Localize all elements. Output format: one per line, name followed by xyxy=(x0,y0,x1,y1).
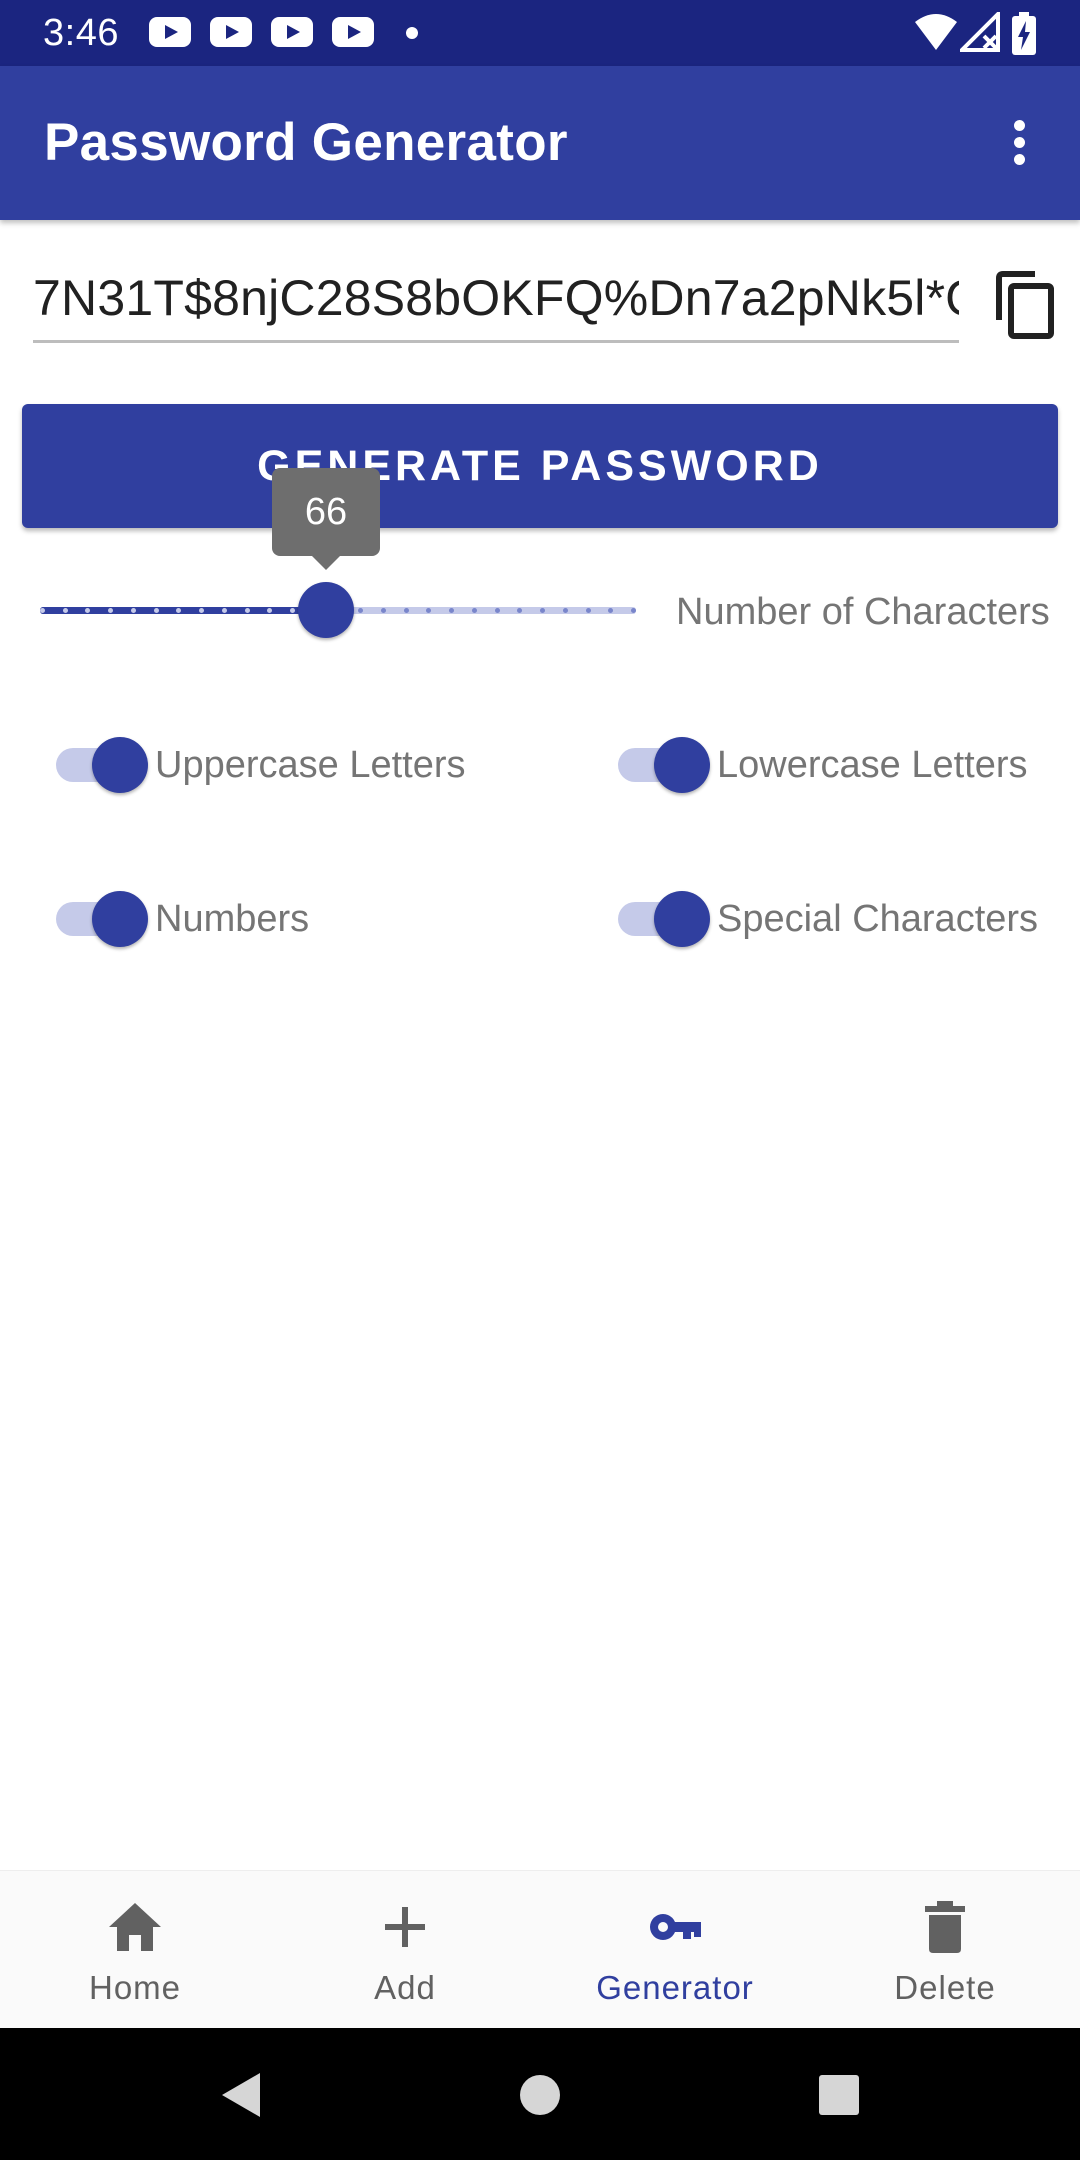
toggle-label: Special Characters xyxy=(717,898,1039,940)
password-field[interactable]: 7N31T$8njC28S8bOKFQ%Dn7a2pNk5l*ODk xyxy=(33,265,959,343)
slider-tick xyxy=(608,608,613,613)
slider-tick xyxy=(540,608,545,613)
nav-label: Home xyxy=(88,1969,182,2006)
slider-thumb[interactable] xyxy=(298,582,354,638)
slider-tick xyxy=(85,608,90,613)
slider-tick xyxy=(108,608,113,613)
slider-tick xyxy=(381,608,386,613)
toggle-special[interactable]: Special Characters xyxy=(618,884,1068,954)
special-switch[interactable] xyxy=(618,884,710,954)
system-navigation-bar xyxy=(0,2028,1080,2160)
slider-tick xyxy=(404,608,409,613)
more-vert-icon[interactable] xyxy=(1000,118,1040,168)
add-icon xyxy=(385,1907,425,1947)
slider-tick xyxy=(631,608,636,613)
youtube-icon xyxy=(210,17,252,47)
app-bar: Password Generator xyxy=(0,66,1080,220)
nav-add[interactable]: Add xyxy=(270,1871,540,2029)
slider-tick xyxy=(472,608,477,613)
nav-generator[interactable]: Generator xyxy=(540,1871,810,2029)
status-bar: 3:46 xyxy=(0,0,1080,66)
nav-label: Add xyxy=(374,1969,436,2006)
key-icon xyxy=(650,1914,701,1940)
slider-tick xyxy=(563,608,568,613)
slider-tick xyxy=(449,608,454,613)
slider-tick xyxy=(358,608,363,613)
home-icon xyxy=(109,1903,161,1951)
status-time: 3:46 xyxy=(43,12,119,54)
toggle-label: Lowercase Letters xyxy=(717,744,1028,786)
numbers-switch[interactable] xyxy=(56,884,148,954)
dot-icon xyxy=(406,27,418,39)
nav-delete[interactable]: Delete xyxy=(810,1871,1080,2029)
lowercase-switch[interactable] xyxy=(618,730,710,800)
password-value: 7N31T$8njC28S8bOKFQ%Dn7a2pNk5l*ODk xyxy=(33,270,959,326)
slider-tick xyxy=(222,608,227,613)
slider-tick xyxy=(517,608,522,613)
battery-charging-icon xyxy=(1012,12,1036,55)
youtube-icon xyxy=(271,17,313,47)
nav-home[interactable]: Home xyxy=(0,1871,270,2029)
cellular-no-signal-icon xyxy=(960,12,1000,52)
toggle-numbers[interactable]: Numbers xyxy=(56,884,536,954)
length-slider[interactable] xyxy=(40,570,636,650)
youtube-icon xyxy=(149,17,191,47)
trash-icon xyxy=(925,1901,965,1953)
slider-tick xyxy=(154,608,159,613)
slider-tick xyxy=(426,608,431,613)
nav-label: Generator xyxy=(596,1969,754,2006)
bottom-navigation: Home Add Generator Delete xyxy=(0,1870,1080,2028)
slider-tick xyxy=(131,608,136,613)
home-circle-icon[interactable] xyxy=(517,2070,563,2116)
app-screen: 3:46 Password Generator 7N31T$8njC28S8bO… xyxy=(0,0,1080,2160)
wifi-icon xyxy=(915,14,957,50)
slider-value-tooltip: 66 xyxy=(272,468,380,570)
slider-tick xyxy=(63,608,68,613)
toggle-uppercase[interactable]: Uppercase Letters xyxy=(56,730,536,800)
toggle-lowercase[interactable]: Lowercase Letters xyxy=(618,730,1068,800)
slider-tick xyxy=(199,608,204,613)
slider-tick xyxy=(495,608,500,613)
nav-label: Delete xyxy=(894,1969,996,2006)
copy-icon[interactable] xyxy=(993,270,1057,340)
uppercase-switch[interactable] xyxy=(56,730,148,800)
slider-tick xyxy=(40,608,45,613)
recents-icon[interactable] xyxy=(816,2070,862,2116)
slider-label: Number of Characters xyxy=(676,591,1050,633)
slider-tick xyxy=(586,608,591,613)
slider-tick xyxy=(245,608,250,613)
slider-tick xyxy=(267,608,272,613)
page-title: Password Generator xyxy=(44,113,568,172)
slider-tick xyxy=(176,608,181,613)
generate-password-button[interactable]: GENERATE PASSWORD xyxy=(22,404,1058,528)
slider-tick xyxy=(290,608,295,613)
back-icon[interactable] xyxy=(216,2070,266,2120)
toggle-label: Numbers xyxy=(155,898,310,940)
slider-track-active xyxy=(40,607,326,614)
youtube-icon xyxy=(332,17,374,47)
toggle-label: Uppercase Letters xyxy=(155,744,466,786)
